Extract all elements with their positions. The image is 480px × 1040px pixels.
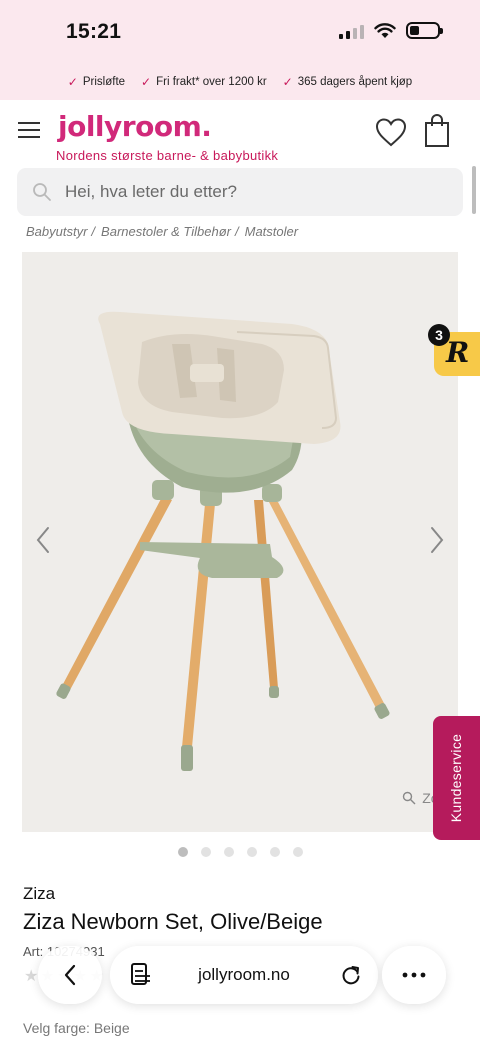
browser-more-button[interactable] (382, 946, 446, 1004)
browser-back-button[interactable] (38, 946, 102, 1004)
site-header: jollyroom. Nordens største barne- & baby… (0, 100, 480, 166)
usp-bar: ✓ Prisløfte ✓ Fri frakt* over 1200 kr ✓ 365… (0, 64, 480, 100)
carousel-dot[interactable] (292, 847, 303, 857)
usp-item: ✓ Fri frakt* over 1200 kr (141, 75, 267, 89)
cellular-signal-icon (339, 23, 364, 39)
reviews-logo-icon: R (446, 336, 470, 369)
high-chair-image (56, 311, 390, 771)
breadcrumb: Babyutstyr / Barnestoler & Tilbehør / Mats… (26, 224, 299, 239)
search-input[interactable] (65, 168, 445, 216)
wifi-icon (374, 22, 396, 38)
address-bar[interactable]: jollyroom.no (110, 946, 378, 1004)
status-bar: 15:21 (0, 0, 480, 64)
search-bar[interactable] (17, 168, 463, 216)
carousel-dot[interactable] (200, 847, 211, 857)
carousel-dot[interactable] (246, 847, 257, 857)
battery-icon (406, 22, 443, 39)
site-logo[interactable]: jollyroom. (58, 110, 212, 143)
shopping-bag-icon[interactable] (424, 114, 450, 148)
reload-icon[interactable] (340, 964, 362, 986)
site-tagline: Nordens største barne- & babybutikk (56, 148, 279, 163)
wishlist-heart-icon[interactable] (374, 116, 408, 148)
product-title: Ziza Newborn Set, Olive/Beige (23, 909, 323, 934)
more-dots-icon (402, 972, 426, 978)
breadcrumb-item[interactable]: Babyutstyr (26, 224, 87, 239)
customer-service-label: Kundeservice (448, 733, 464, 823)
search-icon (33, 183, 51, 201)
carousel-dot[interactable] (223, 847, 234, 857)
chevron-left-icon (64, 964, 76, 986)
usp-item: ✓ 365 dagers åpent kjøp (282, 75, 413, 89)
usp-item: ✓ Prisløfte (67, 75, 126, 89)
color-select-label: Velg farge: Beige (23, 1020, 130, 1036)
breadcrumb-item[interactable]: Barnestoler & Tilbehør (101, 224, 231, 239)
product-brand[interactable]: Ziza (23, 884, 55, 904)
breadcrumb-item[interactable]: Matstoler (245, 224, 298, 239)
reviews-count-badge: 3 (428, 324, 450, 346)
menu-icon[interactable] (18, 122, 40, 138)
next-image-arrow-icon[interactable] (422, 522, 450, 558)
customer-service-tab[interactable]: Kundeservice (433, 716, 480, 840)
product-image-gallery[interactable]: Zoom (22, 252, 458, 832)
check-icon: ✓ (141, 75, 152, 89)
image-carousel-dots (0, 847, 480, 857)
previous-image-arrow-icon[interactable] (30, 522, 58, 558)
carousel-dot[interactable] (177, 847, 188, 857)
url-text: jollyroom.no (198, 965, 290, 984)
check-icon: ✓ (282, 75, 293, 89)
browser-toolbar: jollyroom.no (24, 946, 464, 1010)
scrollbar[interactable] (472, 166, 476, 214)
check-icon: ✓ (67, 75, 78, 89)
status-time: 15:21 (66, 20, 122, 43)
status-icons (339, 22, 443, 39)
zoom-icon (403, 791, 416, 805)
carousel-dot[interactable] (269, 847, 280, 857)
